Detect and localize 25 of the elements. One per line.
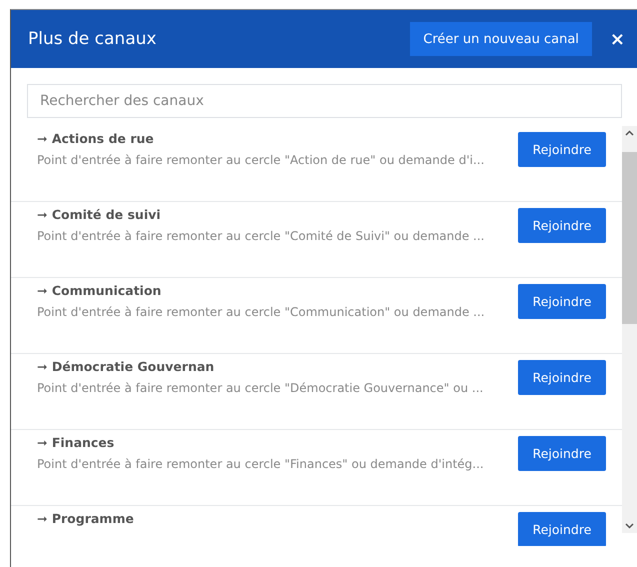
close-button[interactable]: × — [610, 28, 625, 50]
channel-name: ➞ Programme — [37, 511, 135, 526]
scrollbar[interactable] — [622, 126, 637, 533]
join-button[interactable]: Rejoindre — [518, 436, 606, 471]
scrollbar-thumb[interactable] — [622, 152, 637, 324]
channel-name: ➞ Actions de rue — [37, 131, 155, 146]
channel-description: Point d'entrée à faire remonter au cercle "Comité de Suivi" ou demande ... — [37, 229, 486, 243]
channel-name: ➞ Finances — [37, 435, 116, 450]
dialog-title: Plus de canaux — [28, 29, 158, 49]
join-button[interactable]: Rejoindre — [518, 512, 606, 546]
create-channel-button[interactable]: Créer un nouveau canal — [410, 22, 592, 56]
search-field[interactable]: Rechercher des canaux — [27, 84, 622, 118]
join-button[interactable]: Rejoindre — [518, 132, 606, 167]
join-button[interactable]: Rejoindre — [518, 360, 606, 395]
join-button[interactable]: Rejoindre — [518, 208, 606, 243]
channel-description: Point d'entrée à faire remonter au cercle "Action de rue" ou demande d'i... — [37, 153, 486, 167]
scroll-up-icon[interactable] — [625, 130, 634, 136]
channel-name: ➞ Démocratie Gouvernan — [37, 359, 216, 374]
join-button[interactable]: Rejoindre — [518, 284, 606, 319]
channel-name: ➞ Communication — [37, 283, 162, 298]
channel-description: Point d'entrée à faire remonter au cercle "Finances" ou demande d'intég... — [37, 457, 485, 471]
scroll-down-icon[interactable] — [625, 523, 634, 529]
channel-description: Point d'entrée à faire remonter au cercle "Communication" ou demande ... — [37, 305, 486, 319]
channel-name: ➞ Comité de suivi — [37, 207, 162, 222]
channel-description: Point d'entrée à faire remonter au cercle "Démocratie Gouvernance" ou ... — [37, 381, 484, 395]
